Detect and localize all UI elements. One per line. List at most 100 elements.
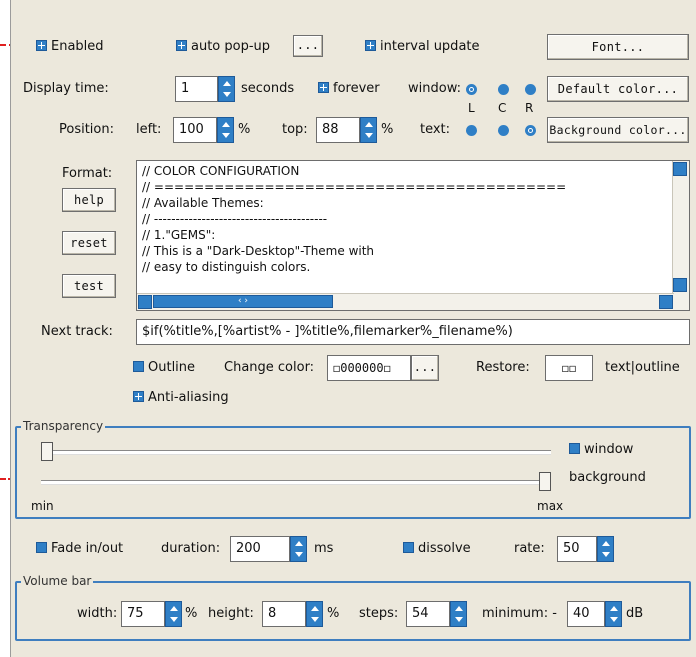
volume-width-label: width: xyxy=(77,606,118,621)
text-align-center-radio[interactable] xyxy=(498,125,509,136)
checkbox-checked-icon xyxy=(176,40,187,51)
window-transparency-checkbox[interactable]: window xyxy=(569,442,633,458)
checkbox-unchecked-icon xyxy=(36,542,47,553)
top-position-input[interactable]: 88 xyxy=(316,117,360,143)
transparency-group: Transparency window background min max xyxy=(15,418,691,519)
osd-settings-panel: Enabled auto pop-up ... interval update … xyxy=(10,0,696,657)
duration-input[interactable]: 200 xyxy=(230,536,290,562)
window-transparency-track[interactable] xyxy=(41,450,551,455)
slider-max-label: max xyxy=(537,499,564,513)
auto-popup-label: auto pop-up xyxy=(191,39,271,54)
volume-minimum-unit: dB xyxy=(626,606,644,621)
window-align-label: window: xyxy=(408,81,461,96)
format-textarea[interactable]: // COLOR CONFIGURATION // ==============… xyxy=(136,160,690,311)
format-line: // This is a "Dark-Desktop"-Theme with xyxy=(142,244,375,258)
volume-minimum-input[interactable]: 40 xyxy=(567,601,605,627)
scroll-down-icon[interactable] xyxy=(673,278,687,292)
fade-checkbox[interactable]: Fade in/out xyxy=(36,541,123,557)
volume-width-unit: % xyxy=(185,606,198,621)
format-line: // 1."GEMS": xyxy=(142,228,216,242)
volume-minimum-spinner[interactable] xyxy=(605,601,622,627)
format-horizontal-scrollbar[interactable]: ‹ › xyxy=(137,293,674,310)
checkbox-unchecked-icon xyxy=(403,542,414,553)
duration-spinner[interactable] xyxy=(290,536,307,562)
anti-aliasing-label: Anti-aliasing xyxy=(148,390,229,405)
volume-height-spinner[interactable] xyxy=(306,601,323,627)
duration-label: duration: xyxy=(161,541,221,556)
outline-color-input[interactable]: ◻000000◻ xyxy=(327,355,411,381)
help-button[interactable]: help xyxy=(62,188,116,212)
checkbox-unchecked-icon xyxy=(133,361,144,372)
change-color-label: Change color: xyxy=(224,360,315,375)
next-track-label: Next track: xyxy=(41,324,113,339)
background-transparency-label: background xyxy=(569,470,646,485)
text-align-left-radio[interactable] xyxy=(466,125,477,136)
volume-height-input[interactable]: 8 xyxy=(262,601,306,627)
window-transparency-thumb[interactable] xyxy=(41,442,53,461)
format-line: // COLOR CONFIGURATION xyxy=(142,164,300,178)
forever-checkbox[interactable]: forever xyxy=(318,81,380,97)
next-track-input[interactable]: $if(%title%,[%artist% - ]%title%,filemar… xyxy=(136,319,690,345)
volume-bar-group: Volume bar width: 75 % height: 8 % steps… xyxy=(15,573,691,641)
background-transparency-thumb[interactable] xyxy=(539,472,551,491)
format-vertical-scrollbar[interactable] xyxy=(672,161,689,310)
text-align-label: text: xyxy=(420,122,451,137)
background-transparency-track[interactable] xyxy=(41,480,551,485)
align-left-letter: L xyxy=(468,101,475,115)
enabled-label: Enabled xyxy=(51,39,104,54)
window-align-center-radio[interactable] xyxy=(498,84,509,95)
scroll-left-icon[interactable] xyxy=(138,295,152,309)
checkbox-checked-icon xyxy=(318,82,329,93)
display-time-label: Display time: xyxy=(23,81,109,96)
reset-button[interactable]: reset xyxy=(62,231,116,255)
outline-checkbox[interactable]: Outline xyxy=(133,360,195,376)
volume-minimum-label: minimum: - xyxy=(482,606,557,621)
seconds-unit: seconds xyxy=(241,81,295,96)
transparency-group-title: Transparency xyxy=(21,418,106,434)
anti-aliasing-checkbox[interactable]: Anti-aliasing xyxy=(133,390,229,406)
font-button[interactable]: Font... xyxy=(547,34,689,60)
checkbox-unchecked-icon xyxy=(569,443,580,454)
auto-popup-options-button[interactable]: ... xyxy=(293,35,323,57)
scroll-right-icon[interactable] xyxy=(659,295,673,309)
slider-min-label: min xyxy=(31,499,54,513)
horizontal-scroll-thumb[interactable]: ‹ › xyxy=(153,295,333,308)
default-color-button[interactable]: Default color... xyxy=(547,76,689,102)
scroll-up-icon[interactable] xyxy=(673,162,687,176)
dissolve-checkbox[interactable]: dissolve xyxy=(403,541,471,557)
volume-steps-input[interactable]: 54 xyxy=(406,601,450,627)
rate-label: rate: xyxy=(514,541,545,556)
volume-height-unit: % xyxy=(327,606,340,621)
left-position-spinner[interactable] xyxy=(217,117,234,143)
volume-steps-spinner[interactable] xyxy=(450,601,467,627)
rate-spinner[interactable] xyxy=(597,536,614,562)
enabled-checkbox[interactable]: Enabled xyxy=(36,39,104,55)
position-label: Position: xyxy=(59,122,114,137)
auto-popup-checkbox[interactable]: auto pop-up xyxy=(176,39,270,55)
volume-bar-group-title: Volume bar xyxy=(21,573,94,589)
outline-label: Outline xyxy=(148,360,196,375)
volume-width-spinner[interactable] xyxy=(165,601,182,627)
display-time-input[interactable]: 1 xyxy=(175,76,218,102)
top-position-spinner[interactable] xyxy=(360,117,377,143)
window-align-right-radio[interactable] xyxy=(525,84,536,95)
rate-input[interactable]: 50 xyxy=(557,536,597,562)
display-time-spinner[interactable] xyxy=(218,76,235,102)
volume-steps-label: steps: xyxy=(359,606,399,621)
outline-color-picker-button[interactable]: ... xyxy=(411,355,439,381)
interval-update-checkbox[interactable]: interval update xyxy=(365,39,480,55)
restore-label: Restore: xyxy=(476,360,530,375)
window-align-left-radio[interactable] xyxy=(466,84,477,95)
test-button[interactable]: test xyxy=(62,274,116,298)
duration-unit: ms xyxy=(314,541,334,556)
top-unit: % xyxy=(381,122,394,137)
left-unit: % xyxy=(238,122,251,137)
volume-width-input[interactable]: 75 xyxy=(121,601,165,627)
text-align-right-radio[interactable] xyxy=(525,125,536,136)
fade-label: Fade in/out xyxy=(51,541,124,556)
background-color-button[interactable]: Background color... xyxy=(547,117,689,143)
checkbox-checked-icon xyxy=(36,40,47,51)
checkbox-checked-icon xyxy=(365,40,376,51)
left-position-input[interactable]: 100 xyxy=(173,117,217,143)
restore-swatch[interactable]: ◻◻ xyxy=(545,355,593,381)
